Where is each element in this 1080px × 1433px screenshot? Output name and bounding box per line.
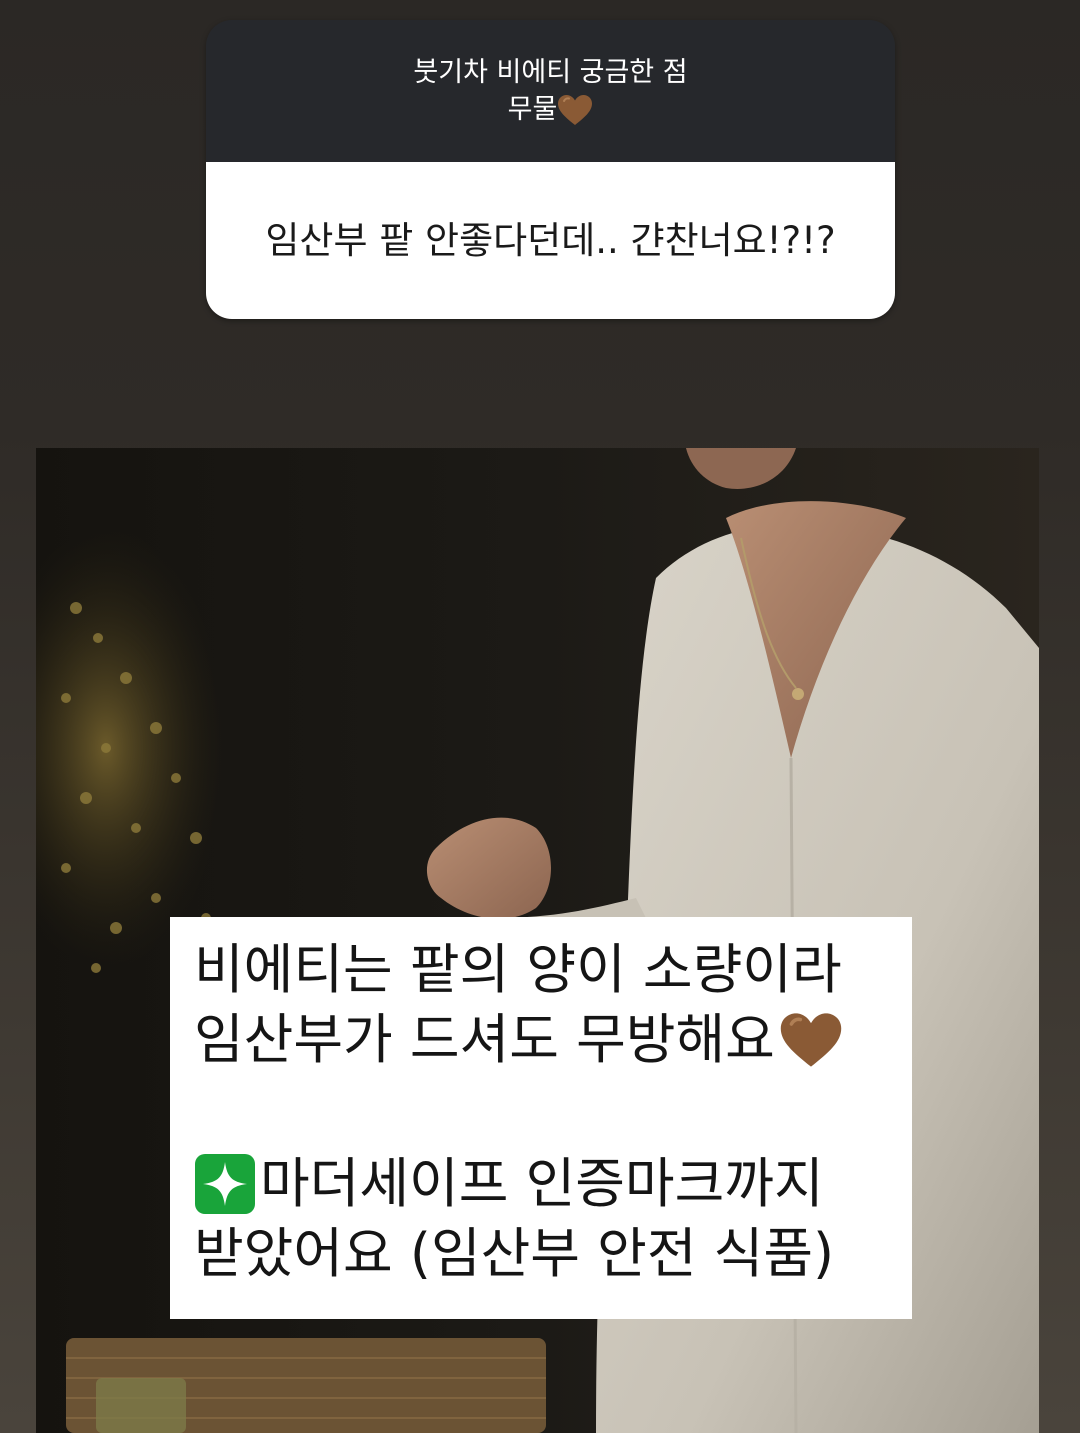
- answer-line-3-row: 마더세이프 인증마크까지: [194, 1149, 892, 1219]
- question-prompt-line2: 무물: [508, 91, 594, 128]
- brown-heart-icon: [558, 94, 593, 125]
- answer-line-2-row: 임산부가 드셔도 무방해요: [194, 1005, 892, 1075]
- question-sticker[interactable]: 붓기차 비에티 궁금한 점 무물 임산부 팥 안좋다던데.. 갼찬너요!?!?: [206, 20, 895, 319]
- answer-line-3: 마더세이프 인증마크까지: [260, 1152, 824, 1215]
- question-prompt-line1: 붓기차 비에티 궁금한 점: [413, 57, 688, 88]
- answer-line-2: 임산부가 드셔도 무방해요: [194, 1008, 775, 1071]
- glass: [96, 1378, 186, 1433]
- question-header: 붓기차 비에티 궁금한 점 무물: [206, 20, 895, 162]
- answer-line-1: 비에티는 팥의 양이 소량이라: [194, 938, 842, 1001]
- brown-heart-icon: [780, 1013, 842, 1067]
- answer-text-box: 비에티는 팥의 양이 소량이라 임산부가 드셔도 무방해요 마더세이프 인증마크…: [170, 917, 912, 1319]
- answer-spacer: [194, 1075, 892, 1149]
- question-answer-text: 임산부 팥 안좋다던데.. 갼찬너요!?!?: [206, 162, 895, 319]
- answer-line-4: 받았어요 (임산부 안전 식품): [194, 1222, 835, 1285]
- question-prompt-text: 무물: [507, 94, 558, 125]
- sparkles-icon: [195, 1154, 255, 1214]
